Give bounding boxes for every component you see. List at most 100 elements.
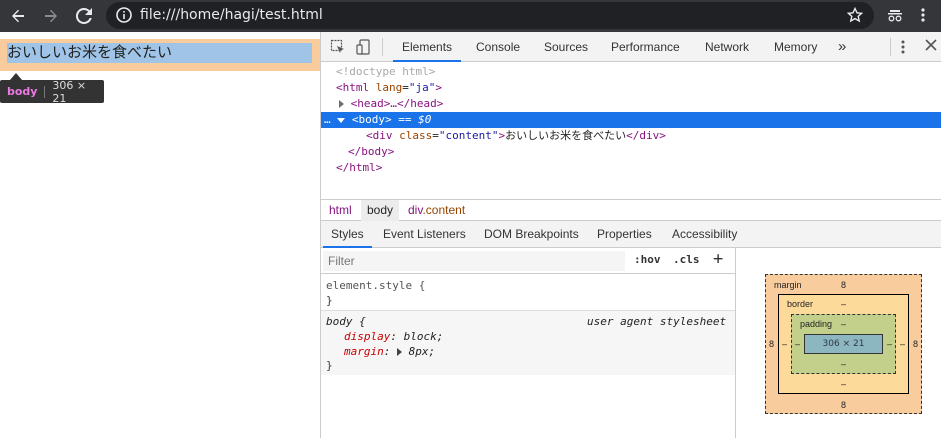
tab-performance[interactable]: Performance bbox=[611, 32, 680, 62]
css-property-display[interactable]: display: block; bbox=[344, 329, 443, 344]
dom-ellipsis-icon[interactable]: … bbox=[324, 113, 331, 126]
tab-network[interactable]: Network bbox=[705, 32, 749, 62]
element-style-label: element.style { bbox=[326, 279, 426, 292]
padding-top-value[interactable]: – bbox=[841, 319, 846, 329]
padding-bottom-value[interactable]: – bbox=[841, 359, 846, 369]
breadcrumb-html-label: html bbox=[329, 203, 352, 217]
css-property-margin[interactable]: margin: 8px; bbox=[344, 344, 435, 359]
padding-right-value[interactable]: – bbox=[887, 339, 892, 349]
margin-top-value[interactable]: 8 bbox=[841, 280, 846, 290]
body-rule-close: } bbox=[326, 359, 333, 372]
cls-toggle[interactable]: .cls bbox=[673, 253, 700, 266]
element-style-selector[interactable]: element.style { bbox=[326, 278, 425, 293]
new-style-rule-icon[interactable]: + bbox=[713, 249, 723, 269]
content-text: おいしいお米を食べたい bbox=[7, 43, 173, 61]
margin-right-value[interactable]: 8 bbox=[913, 339, 918, 349]
div-close-tag: </div> bbox=[626, 129, 666, 142]
breadcrumb-div-label: div bbox=[408, 203, 423, 217]
border-right-value[interactable]: – bbox=[900, 339, 905, 349]
padding-left-value[interactable]: – bbox=[795, 339, 800, 349]
tab-event-listeners[interactable]: Event Listeners bbox=[383, 221, 466, 248]
device-toolbar-icon[interactable] bbox=[356, 39, 372, 55]
incognito-extension-icon[interactable] bbox=[887, 7, 903, 26]
dom-node-html-close[interactable]: </html> bbox=[321, 160, 941, 176]
toolbar-divider bbox=[382, 38, 383, 56]
tab-memory[interactable]: Memory bbox=[774, 32, 817, 62]
inspect-element-icon[interactable] bbox=[330, 39, 346, 55]
info-icon[interactable] bbox=[116, 7, 132, 23]
element-tooltip: body 306 × 21 bbox=[0, 79, 104, 105]
breadcrumb-div-content[interactable]: div.content bbox=[402, 200, 471, 221]
html-attr-name: lang bbox=[375, 81, 403, 94]
body-ua-rule: body { user agent stylesheet display: bl… bbox=[321, 311, 735, 375]
tab-dom-breakpoints[interactable]: DOM Breakpoints bbox=[484, 221, 579, 248]
box-model-pane: margin 8 8 8 8 border – – – – padding – … bbox=[736, 248, 941, 438]
breadcrumb-div-class: .content bbox=[422, 203, 466, 217]
dom-node-div-content[interactable]: <div class="content">おいしいお米を食べたい</div> bbox=[321, 128, 941, 144]
margin-bottom-value[interactable]: 8 bbox=[841, 400, 846, 410]
devtools-menu-icon[interactable] bbox=[900, 39, 906, 55]
breadcrumb: html body div.content bbox=[321, 199, 941, 221]
more-tabs-button[interactable]: » bbox=[838, 32, 846, 62]
div-tag-name: div bbox=[372, 129, 393, 142]
dom-node-body[interactable]: … <body> == $0 bbox=[321, 112, 941, 128]
browser-menu-icon[interactable] bbox=[920, 7, 926, 26]
close-devtools-icon[interactable] bbox=[925, 39, 941, 55]
box-model-padding[interactable]: padding – – – – 306 × 21 bbox=[791, 314, 896, 374]
tab-elements[interactable]: Elements bbox=[393, 32, 462, 62]
display-property-name: display bbox=[344, 330, 391, 343]
body-close-tag: </body> bbox=[348, 145, 395, 158]
breadcrumb-body[interactable]: body bbox=[361, 200, 400, 221]
reload-button[interactable] bbox=[72, 4, 96, 28]
tab-accessibility[interactable]: Accessibility bbox=[672, 221, 737, 248]
tab-properties[interactable]: Properties bbox=[597, 221, 652, 248]
tooltip-tag: body bbox=[7, 85, 38, 98]
expand-shorthand-icon[interactable] bbox=[397, 348, 402, 356]
sidebar-tabs: Styles Event Listeners DOM Breakpoints P… bbox=[321, 221, 941, 248]
padding-label: padding bbox=[800, 319, 833, 329]
display-property-value: block; bbox=[403, 330, 444, 343]
html-close-tag: </html> bbox=[336, 161, 383, 174]
tooltip-arrow bbox=[10, 73, 22, 80]
doctype-text: <!doctype html> bbox=[336, 65, 436, 78]
toolbar-divider-right bbox=[890, 38, 891, 56]
devtools-panel: Elements Console Sources Performance Net… bbox=[320, 32, 941, 438]
arrow-right-icon bbox=[45, 9, 57, 23]
tab-console[interactable]: Console bbox=[476, 32, 520, 62]
div-attr-value: "content" bbox=[438, 129, 499, 142]
html-attr-value: "ja" bbox=[408, 81, 436, 94]
dom-node-head[interactable]: <head>…</head> bbox=[321, 96, 941, 112]
styles-filter-input[interactable]: Filter bbox=[323, 251, 625, 271]
reload-icon bbox=[76, 8, 92, 24]
ua-stylesheet-label: user agent stylesheet bbox=[587, 315, 727, 328]
box-model-border[interactable]: border – – – – padding – – – – 306 × 21 bbox=[778, 294, 909, 394]
breadcrumb-html[interactable]: html bbox=[323, 200, 358, 221]
box-model-content[interactable]: 306 × 21 bbox=[804, 334, 883, 354]
bookmark-star-icon[interactable] bbox=[846, 6, 864, 26]
element-style-rule: element.style { } bbox=[321, 275, 735, 311]
devtools-toolbar: Elements Console Sources Performance Net… bbox=[321, 32, 941, 62]
box-model-margin[interactable]: margin 8 8 8 8 border – – – – padding – … bbox=[765, 274, 922, 414]
border-left-value[interactable]: – bbox=[782, 339, 787, 349]
dom-node-html[interactable]: <html lang="ja"> bbox=[321, 80, 941, 96]
tab-styles[interactable]: Styles bbox=[323, 221, 372, 248]
border-bottom-value[interactable]: – bbox=[841, 379, 846, 389]
border-top-value[interactable]: – bbox=[841, 299, 846, 309]
dom-node-doctype[interactable]: <!doctype html> bbox=[321, 64, 941, 80]
forward-button[interactable] bbox=[39, 4, 63, 28]
border-label: border bbox=[787, 299, 814, 309]
tab-sources[interactable]: Sources bbox=[544, 32, 588, 62]
hov-toggle[interactable]: :hov bbox=[634, 253, 661, 266]
back-button[interactable] bbox=[6, 4, 30, 28]
collapse-triangle-icon[interactable] bbox=[337, 117, 346, 123]
body-selector[interactable]: body { bbox=[326, 314, 366, 329]
margin-left-value[interactable]: 8 bbox=[769, 339, 774, 349]
head-collapsed-text: <head>…</head> bbox=[350, 97, 444, 110]
url-text[interactable]: file:///home/hagi/test.html bbox=[140, 7, 323, 23]
div-text-content: おいしいお米を食べたい bbox=[505, 129, 627, 142]
arrow-left-icon bbox=[12, 9, 24, 23]
body-tag-text: <body> bbox=[351, 113, 392, 126]
dom-node-body-close[interactable]: </body> bbox=[321, 144, 941, 160]
html-tag-name: html bbox=[342, 81, 370, 94]
expand-triangle-icon[interactable] bbox=[339, 100, 344, 108]
